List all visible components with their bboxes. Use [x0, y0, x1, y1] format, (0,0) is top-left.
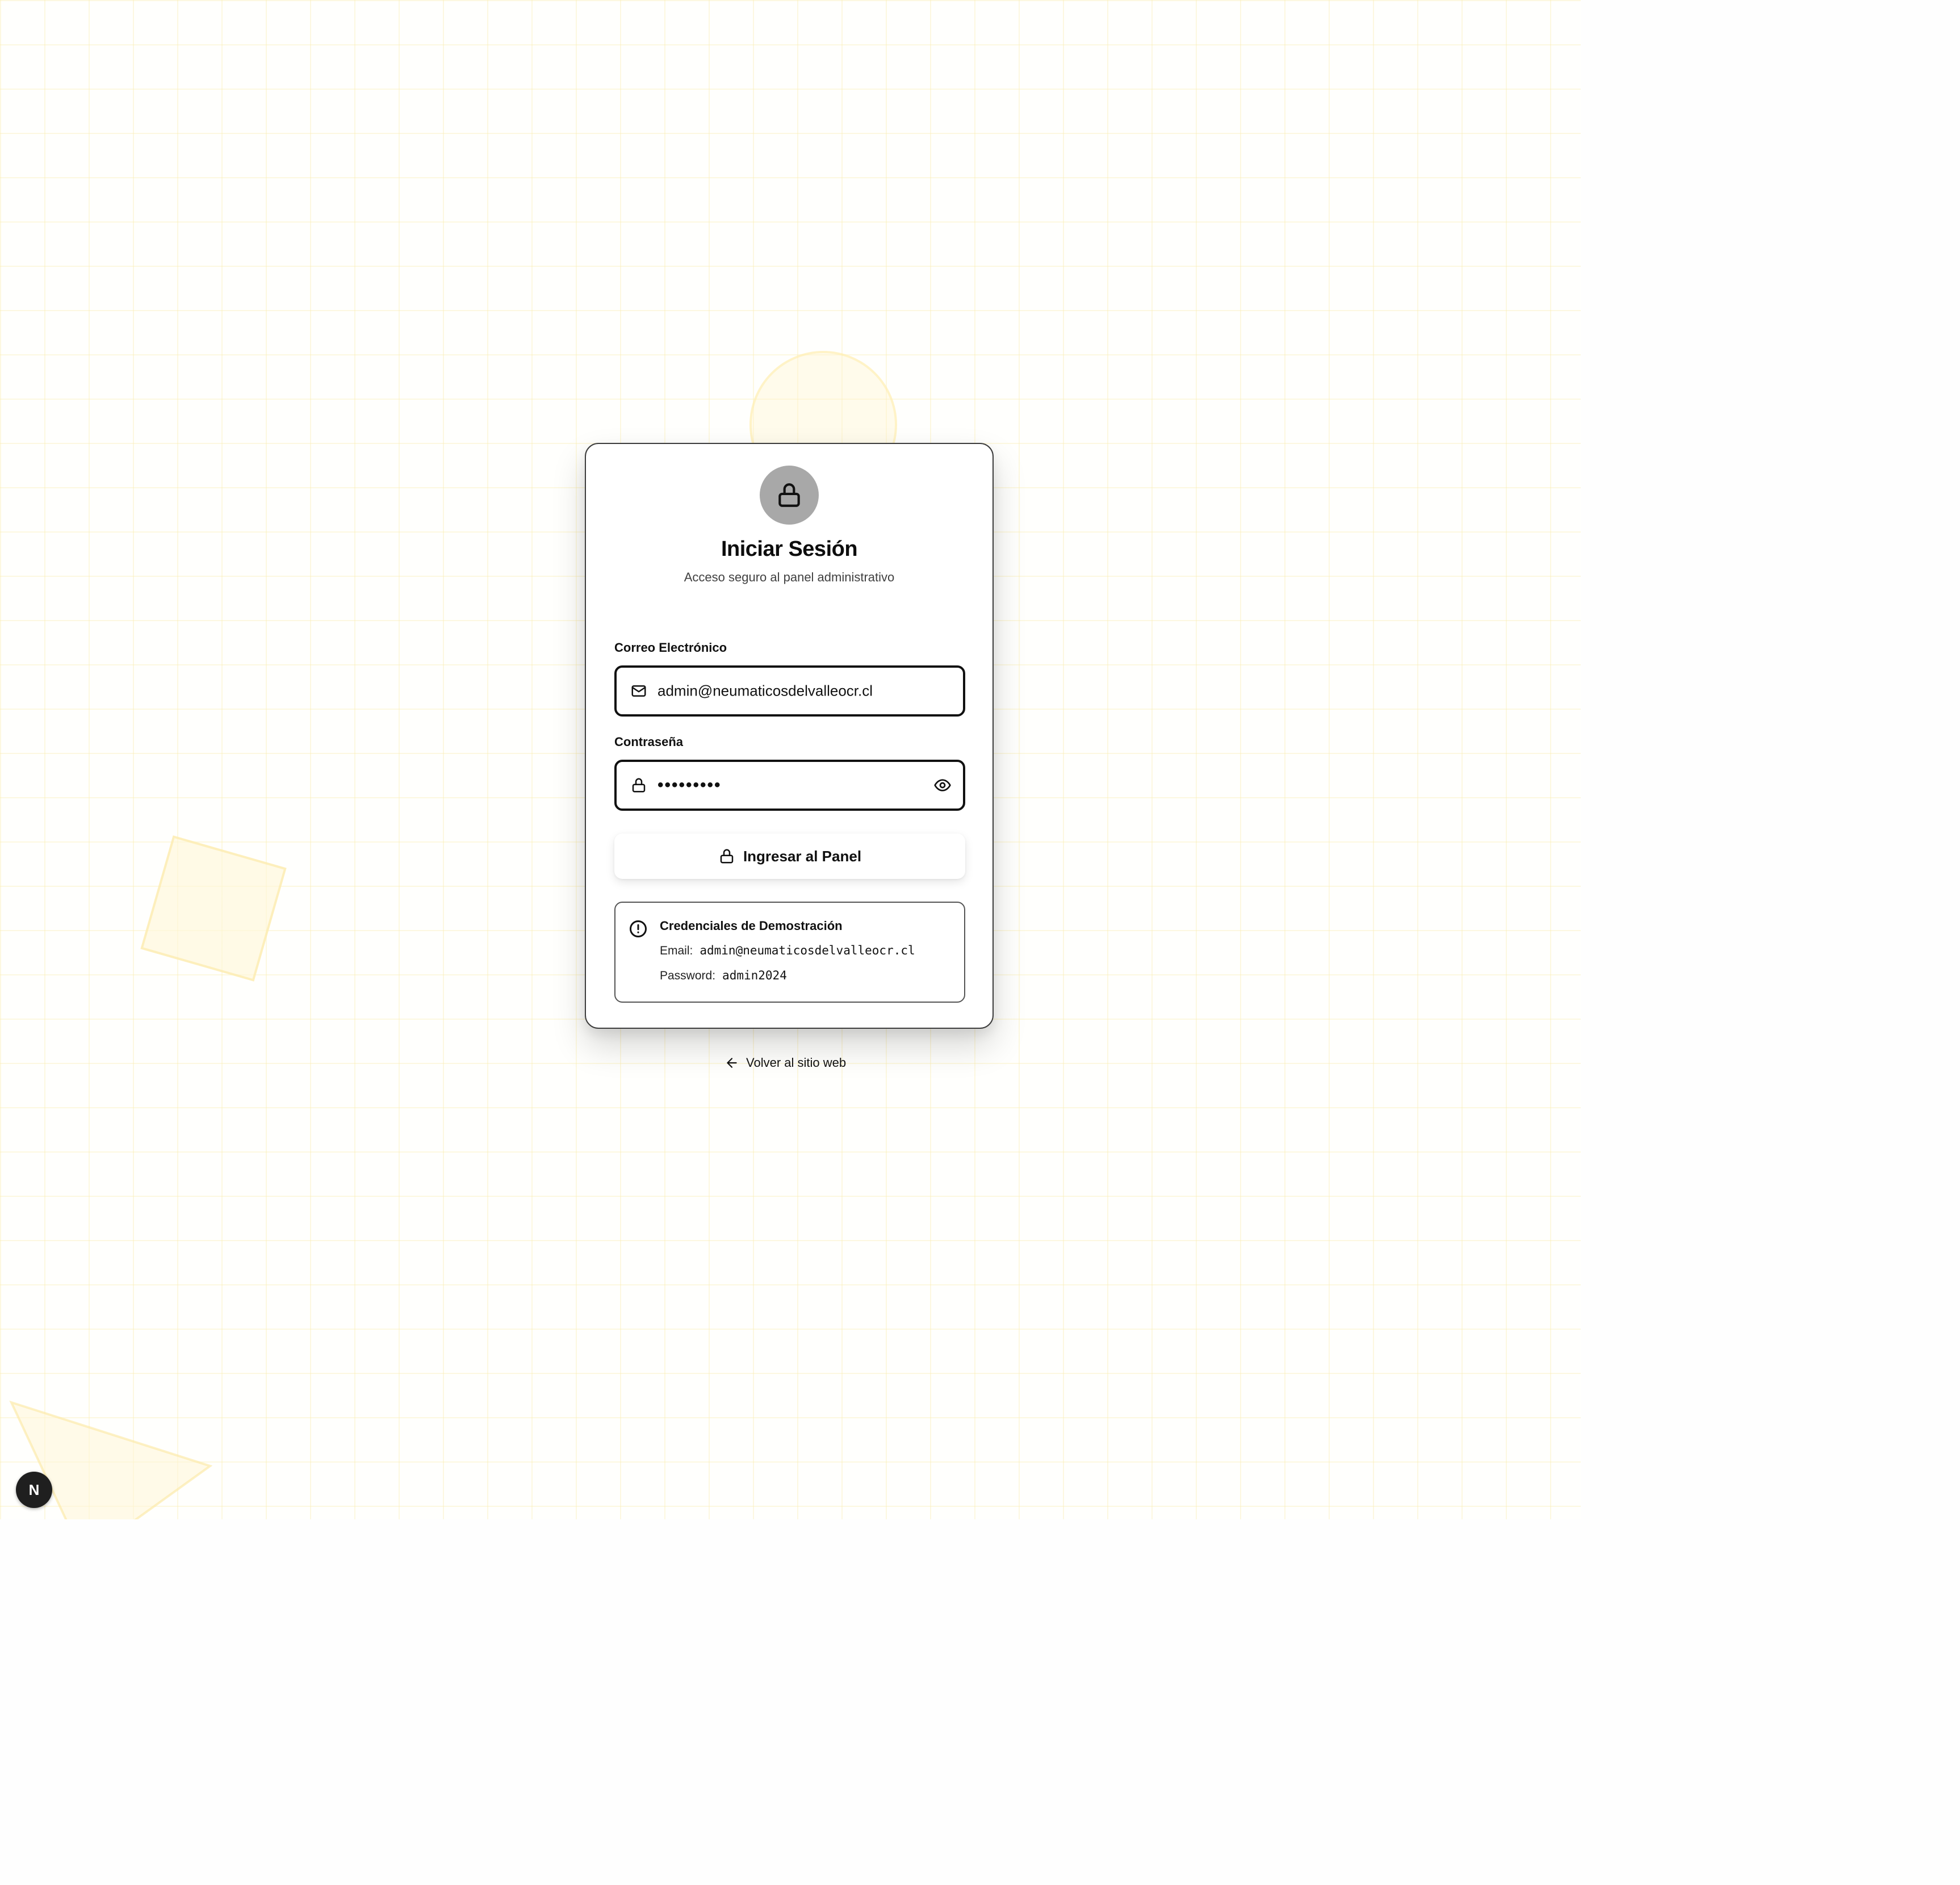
demo-email-value: admin@neumaticosdelvalleocr.cl [700, 944, 915, 957]
page-subtitle: Acceso seguro al panel administrativo [684, 570, 895, 584]
demo-email-row: Email: admin@neumaticosdelvalleocr.cl [660, 944, 915, 958]
mail-icon [629, 681, 648, 701]
password-label: Contraseña [614, 735, 684, 749]
email-label: Correo Electrónico [614, 640, 727, 655]
demo-email-key: Email: [660, 944, 693, 957]
email-value[interactable]: admin@neumaticosdelvalleocr.cl [657, 682, 873, 700]
password-value[interactable]: ••••••••• [657, 776, 722, 795]
alert-circle-icon [630, 920, 647, 937]
decorative-square [140, 835, 287, 982]
lock-icon [720, 849, 734, 864]
arrow-left-icon [727, 1058, 737, 1068]
eye-icon[interactable] [932, 775, 953, 795]
submit-button[interactable]: Ingresar al Panel [614, 833, 965, 879]
submit-button-label: Ingresar al Panel [743, 847, 862, 865]
demo-password-row: Password: admin2024 [660, 969, 787, 983]
back-link-label: Volver al sitio web [746, 1055, 847, 1070]
lock-icon [629, 776, 648, 795]
dev-tools-badge[interactable]: N [16, 1472, 52, 1508]
demo-title: Credenciales de Demostración [660, 919, 843, 933]
dev-badge-letter: N [28, 1481, 40, 1498]
avatar [760, 466, 819, 525]
login-card: Iniciar Sesión Acceso seguro al panel ad… [585, 443, 994, 1029]
lock-icon [778, 483, 800, 507]
page-title: Iniciar Sesión [721, 537, 858, 561]
password-field[interactable]: ••••••••• [614, 760, 965, 811]
back-to-site-link[interactable]: Volver al sitio web [724, 1053, 846, 1073]
login-page: Iniciar Sesión Acceso seguro al panel ad… [0, 0, 1960, 1885]
demo-credentials-box: Credenciales de Demostración Email: admi… [614, 902, 965, 1003]
demo-password-value: admin2024 [722, 969, 787, 982]
demo-password-key: Password: [660, 969, 716, 982]
email-field[interactable]: admin@neumaticosdelvalleocr.cl [614, 665, 965, 717]
